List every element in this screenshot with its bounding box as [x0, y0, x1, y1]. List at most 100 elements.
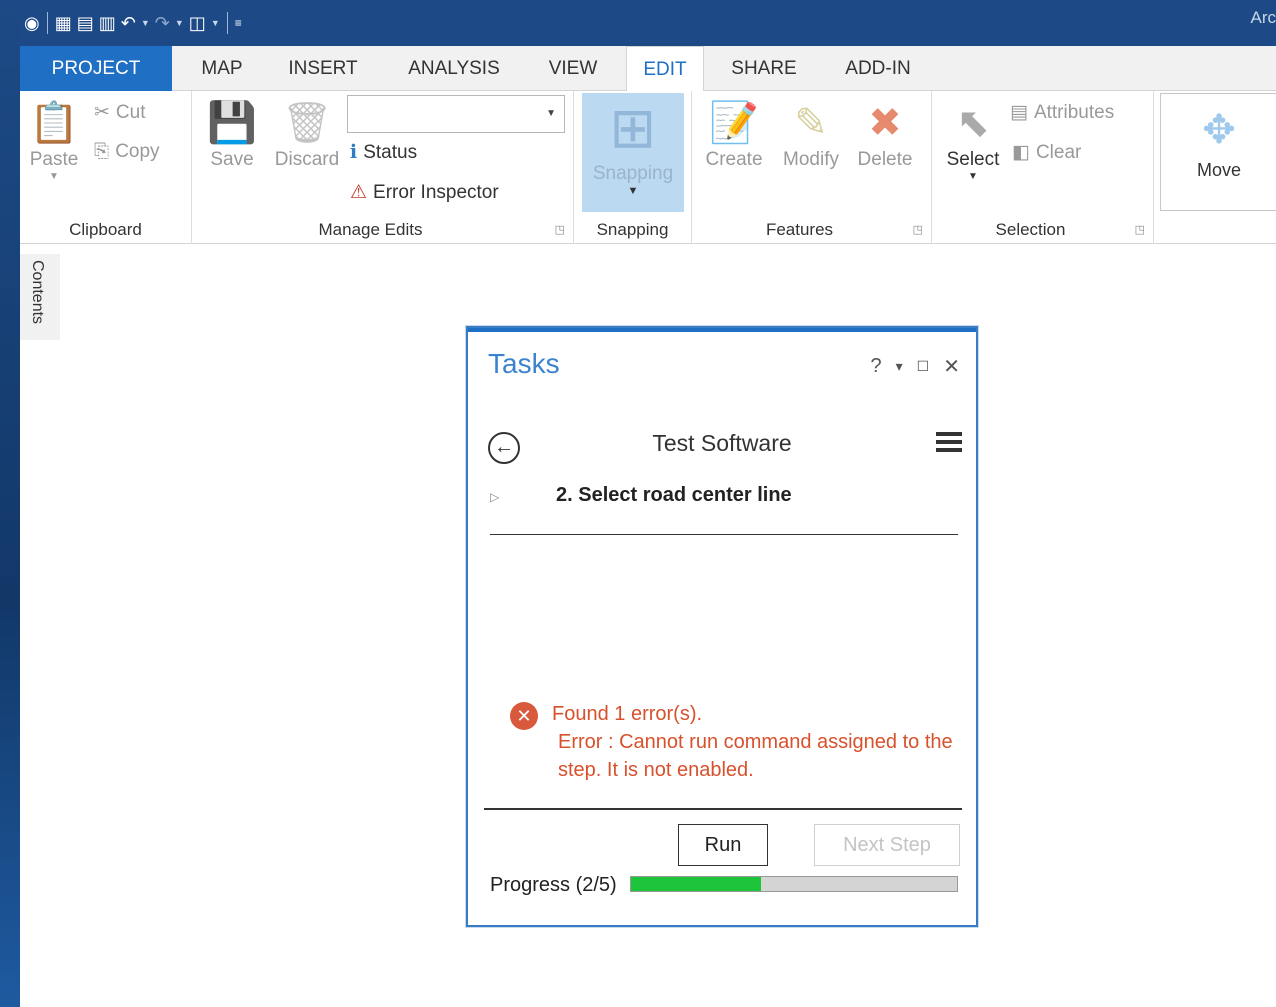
- current-step-label[interactable]: 2. Select road center line: [556, 484, 792, 507]
- create-label: Create: [705, 149, 763, 170]
- error-icon: ✕: [510, 702, 538, 730]
- progress-label: Progress (2/5): [490, 874, 617, 896]
- contents-pane-tab[interactable]: Contents: [20, 254, 60, 340]
- chevron-down-icon: ▼: [627, 185, 639, 197]
- error-inspector-button[interactable]: ⚠ Error Inspector: [350, 181, 499, 204]
- tab-project[interactable]: PROJECT: [20, 46, 172, 91]
- create-features-icon: 📝: [709, 101, 759, 145]
- error-summary: Found 1 error(s).: [552, 703, 703, 725]
- arcgis-window: ◉ ▦ ▤ ▥ ↶ ▼ ↷ ▼ ◫ ▼ ≡ Arc PROJECT MAP IN…: [20, 0, 1276, 1007]
- save-edits-icon: 💾: [207, 101, 257, 145]
- error-inspector-icon: ⚠: [350, 182, 368, 203]
- hamburger-menu-icon[interactable]: [936, 432, 962, 456]
- help-icon[interactable]: ?: [871, 355, 882, 378]
- toolbar-divider: [226, 12, 228, 34]
- ribbon-tabs: PROJECT MAP INSERT ANALYSIS VIEW EDIT SH…: [20, 46, 1276, 92]
- app-logo-icon[interactable]: ◉: [24, 14, 40, 32]
- group-label-snapping: Snapping: [596, 220, 669, 239]
- customize-toolbar-icon[interactable]: ≡: [235, 17, 242, 29]
- move-arrows-icon: ✥: [1202, 108, 1236, 152]
- select-button[interactable]: ⬉ Select ▼: [940, 97, 1006, 182]
- save-project-icon[interactable]: ▥: [99, 14, 116, 32]
- create-button[interactable]: 📝 Create: [702, 97, 766, 171]
- run-button[interactable]: Run: [678, 824, 768, 866]
- select-cursor-icon: ⬉: [956, 101, 990, 145]
- discard-label: Discard: [274, 149, 340, 170]
- select-label: Select: [946, 149, 1000, 170]
- pane-controls: ? ▾ ☐ ✕: [871, 354, 960, 379]
- error-inspector-label: Error Inspector: [373, 181, 499, 203]
- chevron-down-icon: ▼: [49, 171, 59, 182]
- modify-features-icon: ✎: [794, 101, 828, 145]
- dialog-launcher-icon[interactable]: ◳: [913, 223, 923, 236]
- redo-dropdown-icon[interactable]: ▼: [175, 18, 184, 28]
- move-label: Move: [1196, 160, 1241, 180]
- tab-edit[interactable]: EDIT: [626, 46, 704, 92]
- status-button[interactable]: ℹ Status: [350, 141, 417, 164]
- new-project-icon[interactable]: ▦: [55, 14, 72, 32]
- tab-map[interactable]: MAP: [188, 46, 256, 91]
- clear-label: Clear: [1035, 141, 1082, 163]
- snapping-icon: ⊞: [609, 96, 657, 159]
- modify-button[interactable]: ✎ Modify: [776, 97, 846, 171]
- chevron-down-icon: ▼: [968, 171, 978, 182]
- undo-dropdown-icon[interactable]: ▼: [141, 18, 150, 28]
- tasks-pane-topbar: [468, 328, 976, 332]
- desktop-background: [0, 0, 20, 1007]
- pane-options-chevron-icon[interactable]: ▾: [896, 358, 903, 375]
- next-step-button[interactable]: Next Step: [814, 824, 960, 866]
- move-button[interactable]: ✥ Move: [1160, 93, 1276, 211]
- undo-icon[interactable]: ↶: [121, 14, 136, 32]
- expand-step-icon[interactable]: ▷: [490, 490, 499, 504]
- paste-icon: 📋: [29, 101, 79, 145]
- close-icon[interactable]: ✕: [943, 354, 960, 379]
- window-layout-icon[interactable]: ◫: [189, 14, 206, 32]
- progress-bar: [630, 876, 958, 892]
- selection-group: ⬉ Select ▼ ▤ Attributes ◧ Clear Selectio…: [932, 91, 1154, 244]
- cut-button[interactable]: ✂ Cut: [94, 101, 146, 124]
- tab-view[interactable]: VIEW: [538, 46, 608, 91]
- layout-dropdown-icon[interactable]: ▼: [211, 18, 220, 28]
- delete-x-icon: ✖: [868, 101, 902, 145]
- copy-button[interactable]: ⎘ Copy: [94, 141, 160, 163]
- features-group: 📝 Create ✎ Modify ✖ Delete Features ◳: [692, 91, 932, 244]
- paste-button[interactable]: 📋 Paste ▼: [26, 97, 82, 182]
- copy-icon: ⎘: [94, 141, 110, 162]
- chevron-down-icon: ▼: [546, 108, 556, 119]
- attributes-label: Attributes: [1033, 101, 1115, 123]
- tasks-pane-title: Tasks: [488, 348, 560, 379]
- save-label: Save: [210, 149, 254, 170]
- save-edits-button[interactable]: 💾 Save: [206, 97, 258, 171]
- tab-insert[interactable]: INSERT: [278, 46, 368, 91]
- snapping-label: Snapping: [592, 163, 674, 184]
- snapping-group: ⊞ Snapping ▼ Snapping: [574, 91, 692, 244]
- delete-label: Delete: [857, 149, 913, 170]
- dialog-launcher-icon[interactable]: ◳: [555, 223, 565, 236]
- tab-analysis[interactable]: ANALYSIS: [394, 46, 514, 91]
- clear-button[interactable]: ◧ Clear: [1012, 141, 1081, 164]
- ribbon-edit: 📋 Paste ▼ ✂ Cut ⎘ Copy Clipboard 💾 Save …: [20, 91, 1276, 244]
- discard-edits-button[interactable]: 🗑 Discard: [270, 97, 344, 171]
- progress-bar-fill: [631, 877, 762, 891]
- paste-label: Paste: [29, 149, 79, 170]
- delete-button[interactable]: ✖ Delete: [852, 97, 918, 171]
- error-message: Found 1 error(s). Error : Cannot run com…: [552, 700, 972, 784]
- tab-add-in[interactable]: ADD-IN: [828, 46, 928, 91]
- error-detail: Error : Cannot run command assigned to t…: [558, 731, 953, 781]
- dialog-launcher-icon[interactable]: ◳: [1135, 223, 1145, 236]
- redo-icon[interactable]: ↷: [155, 14, 170, 32]
- clear-selection-icon: ◧: [1012, 142, 1030, 163]
- snapping-button[interactable]: ⊞ Snapping ▼: [582, 93, 684, 212]
- tasks-pane: Tasks ? ▾ ☐ ✕ ← Test Software ▷ 2. Selec…: [466, 326, 978, 927]
- trash-icon: 🗑: [281, 101, 333, 145]
- cut-label: Cut: [115, 101, 146, 123]
- maximize-icon[interactable]: ☐: [917, 358, 930, 375]
- open-project-icon[interactable]: ▤: [77, 14, 94, 32]
- tab-share[interactable]: SHARE: [720, 46, 808, 91]
- scissors-icon: ✂: [94, 102, 110, 123]
- edit-session-combo[interactable]: ▼: [347, 95, 565, 133]
- group-label-manage-edits: Manage Edits: [318, 220, 423, 239]
- attributes-button[interactable]: ▤ Attributes: [1010, 101, 1114, 124]
- contents-tab-label: Contents: [29, 260, 46, 325]
- manage-edits-group: 💾 Save 🗑 Discard ▼ ℹ Status ⚠ Error Insp…: [192, 91, 574, 244]
